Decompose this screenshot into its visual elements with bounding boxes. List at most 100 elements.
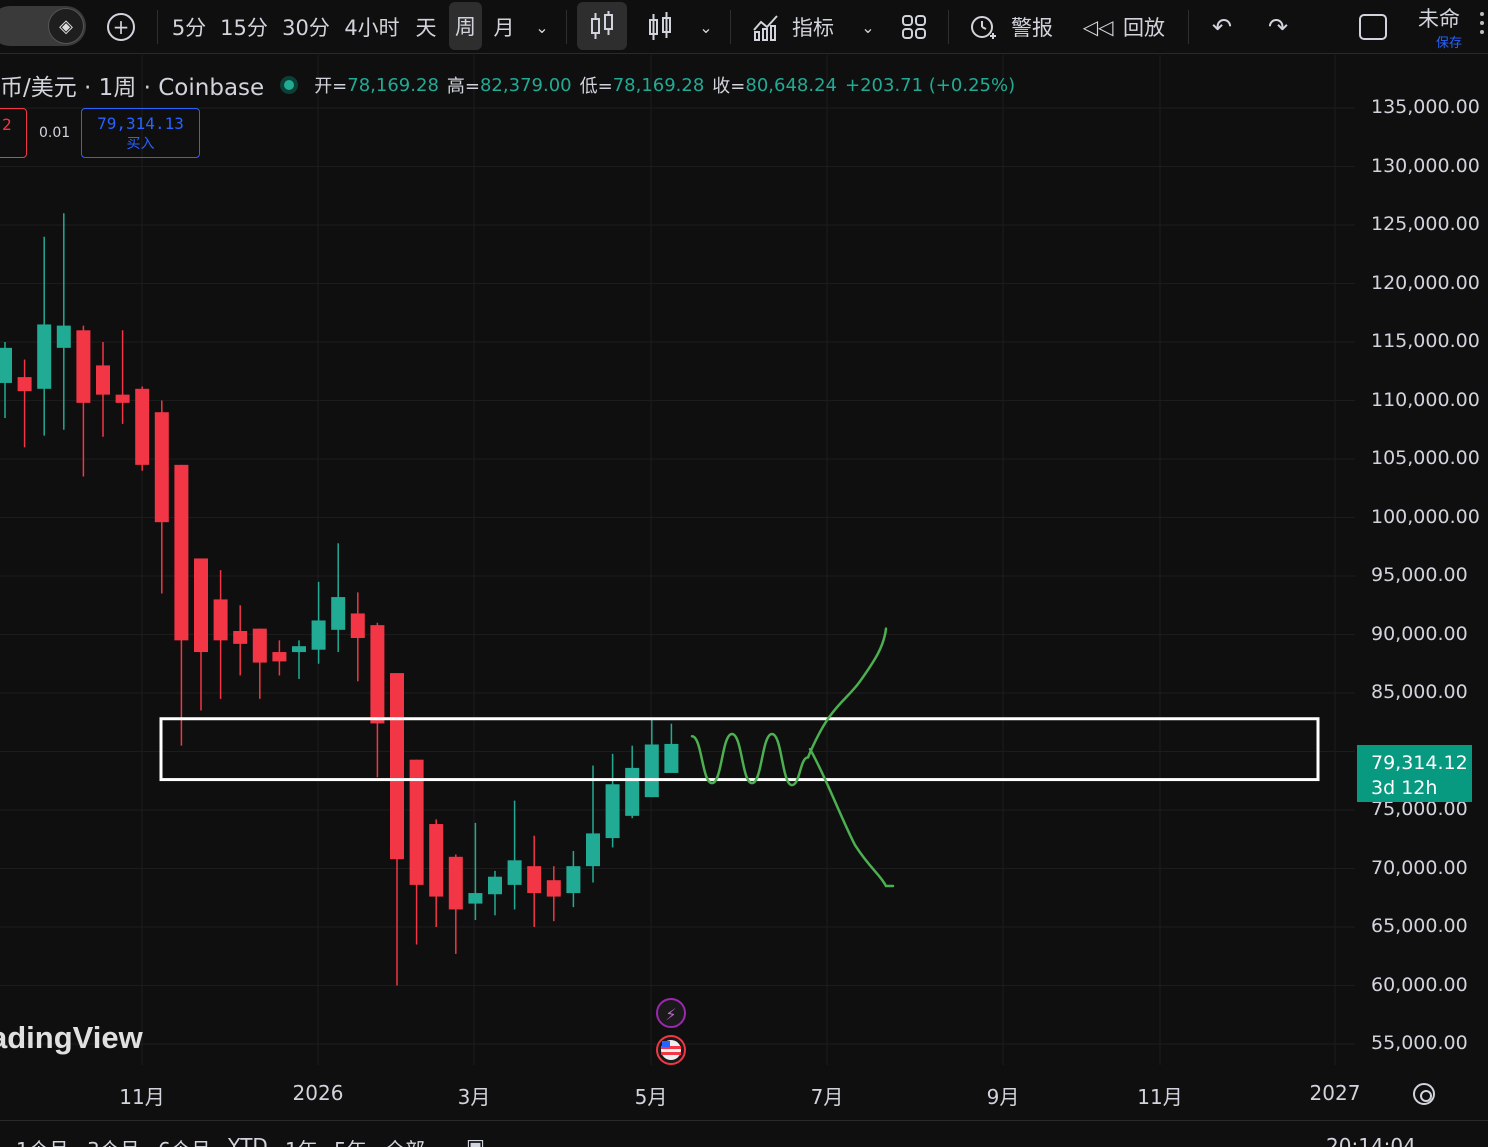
more-menu-icon[interactable] bbox=[1480, 12, 1484, 42]
candle-body bbox=[115, 394, 130, 403]
tf-15m[interactable]: 15分 bbox=[218, 0, 270, 54]
last-price-label: 79,314.12 3d 12h bbox=[1357, 745, 1472, 802]
diamond-icon: ◈ bbox=[48, 8, 84, 44]
chart-style-button[interactable] bbox=[644, 0, 676, 54]
event-markers: ⚡ bbox=[656, 998, 686, 1065]
rewind-icon[interactable]: ◁◁ bbox=[1082, 0, 1114, 54]
candle-body bbox=[96, 365, 110, 395]
price-tick-label: 95,000.00 bbox=[1371, 564, 1468, 586]
candles-icon bbox=[591, 11, 613, 39]
plus-icon: + bbox=[107, 13, 135, 41]
range-all[interactable]: 全部 bbox=[385, 1134, 425, 1147]
replay-button[interactable]: 回放 bbox=[1120, 0, 1168, 54]
save-label[interactable]: 保存 bbox=[1436, 32, 1462, 51]
bars-icon bbox=[649, 12, 671, 40]
lightning-icon: ⚡ bbox=[665, 1005, 676, 1024]
candle-body bbox=[0, 347, 12, 383]
buy-label: 买入 bbox=[126, 136, 155, 152]
tradingview-watermark: adingView bbox=[0, 1020, 143, 1055]
projection-wave-line[interactable] bbox=[690, 732, 810, 787]
user-menu-button[interactable]: ◈ bbox=[0, 6, 86, 46]
timeframe-dropdown-icon[interactable]: ⌄ bbox=[530, 0, 554, 54]
candle-body bbox=[135, 388, 150, 465]
range-6m[interactable]: 6个月 bbox=[158, 1134, 211, 1147]
chart-type-candles-button[interactable] bbox=[577, 2, 627, 50]
candle-body bbox=[664, 743, 679, 773]
indicators-icon[interactable] bbox=[750, 0, 782, 54]
indicators-button[interactable]: 指标 bbox=[790, 0, 836, 54]
candle-body bbox=[292, 646, 306, 653]
symbol-title[interactable]: 币/美元 · 1周 · Coinbase bbox=[0, 68, 264, 102]
range-5y[interactable]: 5年 bbox=[334, 1134, 367, 1147]
time-tick-label: 11月 bbox=[1137, 1085, 1183, 1109]
price-tick-label: 60,000.00 bbox=[1371, 973, 1468, 996]
candle-body bbox=[390, 673, 404, 860]
redo-icon[interactable]: ↷ bbox=[1262, 0, 1294, 54]
candle-body bbox=[194, 558, 208, 653]
candle-body bbox=[37, 324, 52, 389]
candle-series bbox=[0, 213, 679, 986]
alerts-button[interactable]: 警报 bbox=[1008, 0, 1056, 54]
candle-body bbox=[76, 330, 91, 403]
candle-body bbox=[566, 866, 581, 894]
alarm-clock-icon[interactable] bbox=[966, 0, 1000, 54]
range-1m[interactable]: 1个月 bbox=[16, 1134, 69, 1147]
price-tick-label: 55,000.00 bbox=[1371, 1032, 1468, 1054]
tf-5m[interactable]: 5分 bbox=[168, 0, 210, 54]
tf-month[interactable]: 月 bbox=[488, 0, 520, 54]
time-tick-label: 2027 bbox=[1309, 1081, 1361, 1105]
close-label: 收= bbox=[712, 76, 746, 97]
chart-type-dropdown-icon[interactable]: ⌄ bbox=[694, 0, 718, 54]
settings-gear-icon[interactable] bbox=[1413, 1083, 1435, 1105]
bar-countdown: 3d 12h bbox=[1371, 777, 1438, 799]
candle-body bbox=[252, 628, 267, 663]
projection-down-line[interactable] bbox=[808, 747, 895, 888]
candle-body bbox=[527, 866, 542, 894]
range-1y[interactable]: 1年 bbox=[285, 1134, 318, 1147]
price-tick-label: 100,000.00 bbox=[1371, 505, 1480, 528]
time-tick-label: 7月 bbox=[810, 1085, 844, 1109]
flag-canton bbox=[662, 1041, 670, 1047]
candle-body bbox=[546, 880, 561, 897]
buy-button[interactable]: 79,314.13 买入 bbox=[81, 108, 200, 158]
indicators-dropdown-icon[interactable]: ⌄ bbox=[856, 0, 880, 54]
time-tick-label: 9月 bbox=[986, 1085, 1020, 1109]
tf-30m[interactable]: 30分 bbox=[280, 0, 332, 54]
tf-4h[interactable]: 4小时 bbox=[340, 0, 404, 54]
undo-icon[interactable]: ↶ bbox=[1206, 0, 1238, 54]
tf-day[interactable]: 天 bbox=[410, 0, 442, 54]
low-label: 低= bbox=[579, 76, 613, 97]
last-price-value: 79,314.12 bbox=[1371, 752, 1468, 774]
close-value: 80,648.24 bbox=[745, 74, 837, 96]
layout-square-icon[interactable] bbox=[1356, 0, 1390, 54]
price-tick-label: 125,000.00 bbox=[1371, 213, 1480, 235]
sell-button[interactable]: 2 bbox=[0, 108, 27, 158]
tf-week[interactable]: 周 bbox=[449, 2, 482, 50]
layout-grid-icon[interactable] bbox=[898, 0, 930, 54]
add-symbol-button[interactable]: + bbox=[104, 0, 138, 54]
candle-body bbox=[350, 613, 365, 639]
candle-body bbox=[174, 464, 189, 641]
range-3m[interactable]: 3个月 bbox=[87, 1134, 140, 1147]
top-toolbar: ◈ + 5分 15分 30分 4小时 天 周 月 ⌄ ⌄ 指标 ⌄ 警报 ◁◁ … bbox=[0, 0, 1488, 54]
open-value: 78,169.28 bbox=[347, 74, 439, 96]
high-label: 高= bbox=[446, 76, 480, 97]
low-value: 78,169.28 bbox=[612, 74, 705, 96]
price-chart[interactable]: ⚡ bbox=[0, 55, 1488, 1065]
time-tick-label: 3月 bbox=[457, 1085, 491, 1109]
market-status-icon bbox=[280, 76, 299, 94]
price-tick-label: 65,000.00 bbox=[1371, 915, 1468, 937]
time-tick-label: 11月 bbox=[119, 1085, 165, 1109]
layout-name[interactable]: 未命 bbox=[1418, 0, 1470, 36]
separator bbox=[730, 10, 731, 44]
candle-body bbox=[625, 767, 640, 816]
price-tick-label: 70,000.00 bbox=[1371, 856, 1468, 879]
range-ytd[interactable]: YTD bbox=[228, 1134, 268, 1147]
separator bbox=[948, 10, 949, 44]
high-value: 82,379.00 bbox=[479, 74, 572, 96]
time-tick-label: 5月 bbox=[634, 1085, 668, 1109]
clock-readout[interactable]: 20:14:04 UTC+8 bbox=[1326, 1134, 1488, 1147]
calendar-icon[interactable]: ▣ bbox=[466, 1134, 485, 1147]
candle-body bbox=[272, 652, 287, 662]
candle-body bbox=[586, 833, 600, 867]
